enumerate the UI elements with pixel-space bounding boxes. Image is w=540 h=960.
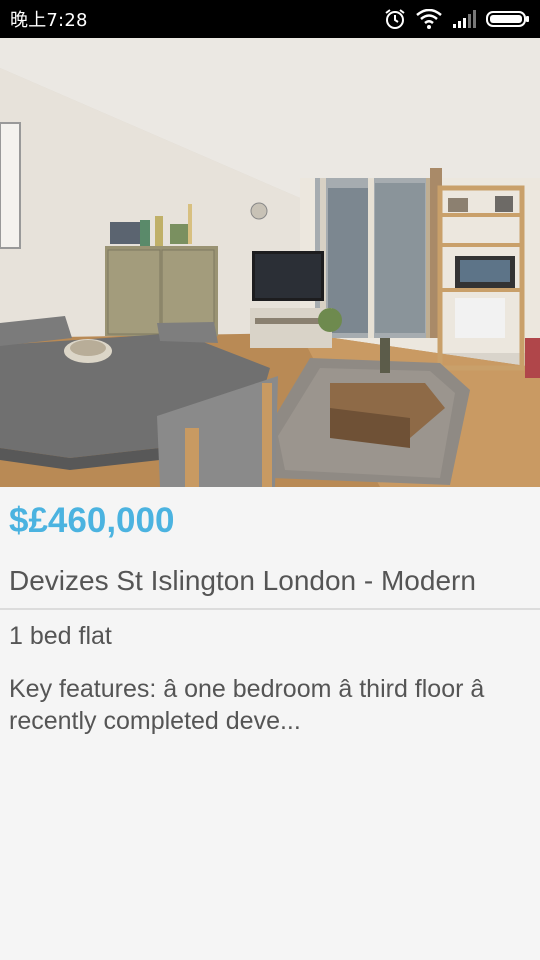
wifi-icon [416,9,442,29]
listing-description: Key features: â one bedroom â third floo… [9,675,485,735]
listing-type: 1 bed flat [9,622,112,650]
listing-price: $£460,000 [9,501,175,540]
battery-icon [486,10,530,28]
living-room-photo[interactable] [0,38,540,487]
alarm-icon [384,8,406,30]
status-icons [384,8,530,30]
divider [0,608,540,610]
status-bar: 晚上7:28 [0,0,540,38]
signal-icon [452,10,476,28]
status-time: 晚上7:28 [10,10,88,31]
listing-title[interactable]: Devizes St Islington London - Modern [9,565,476,597]
